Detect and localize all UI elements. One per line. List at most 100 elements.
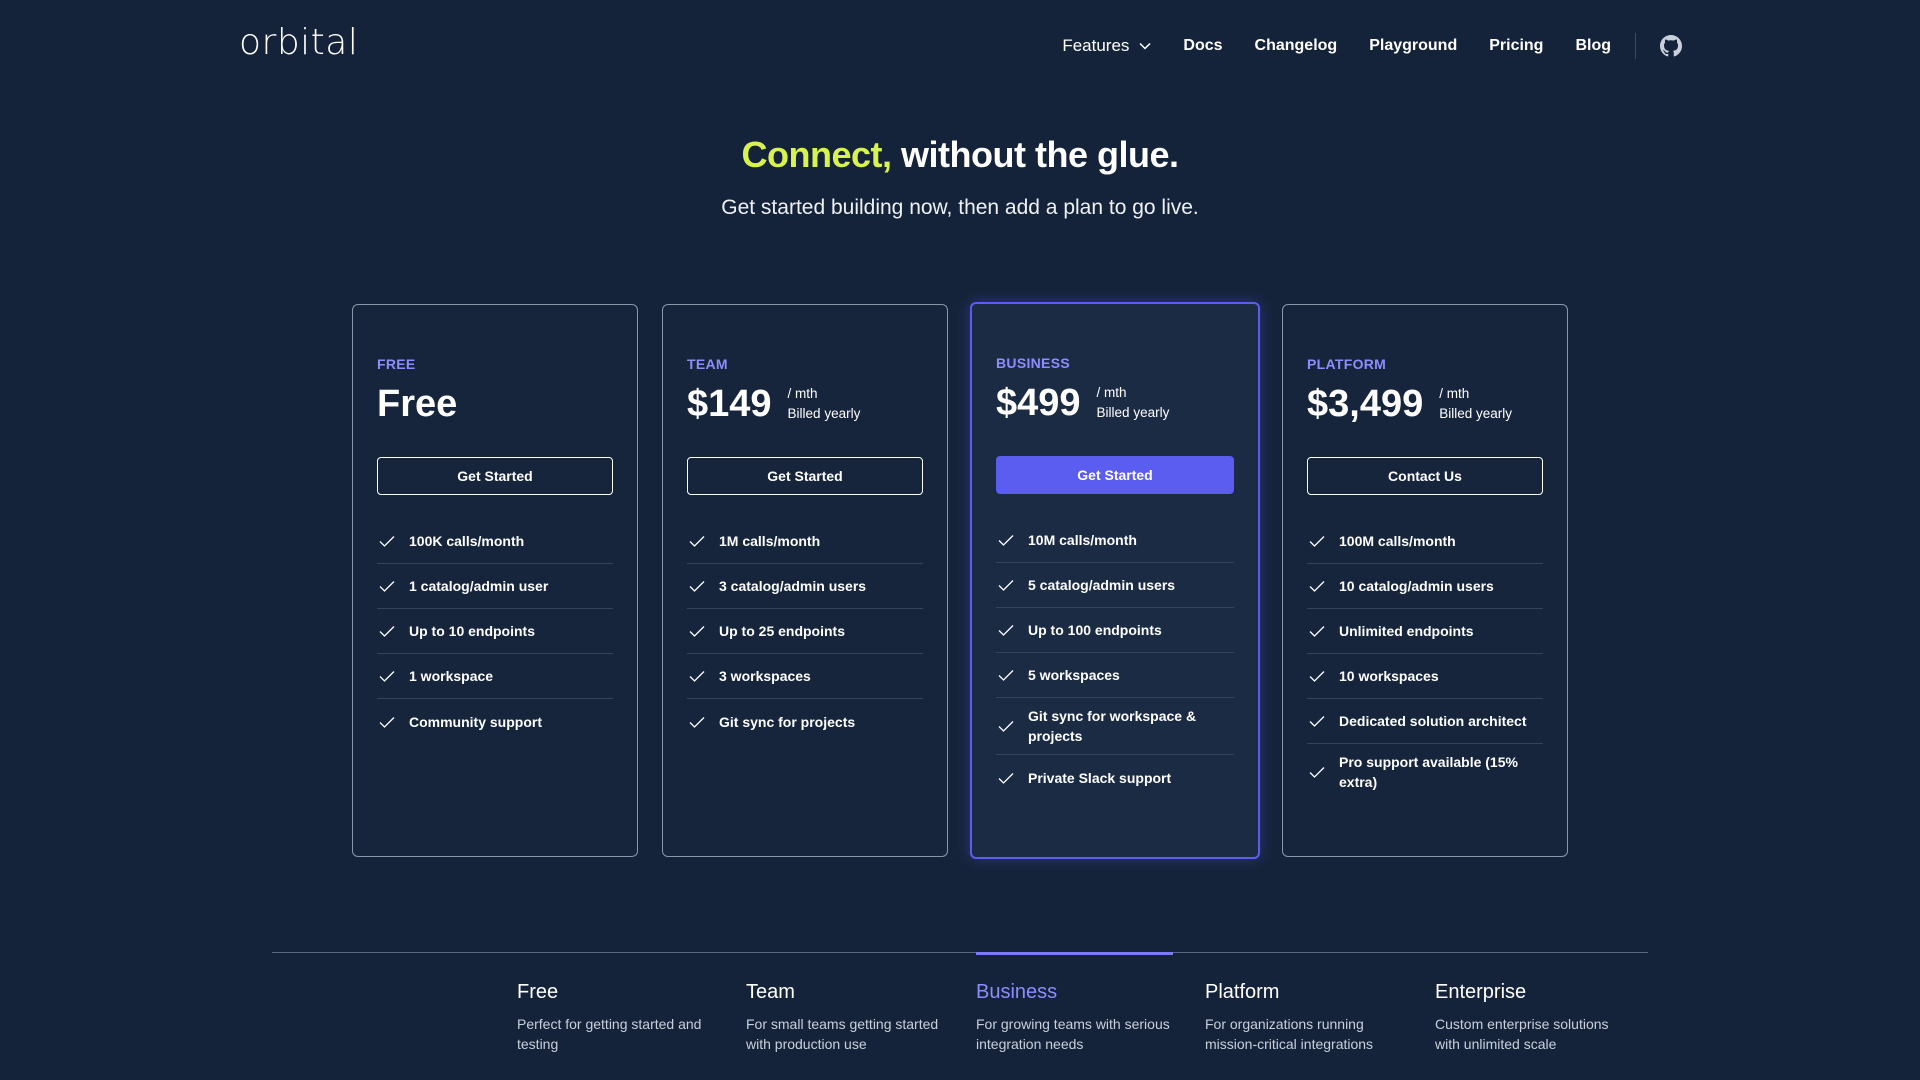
nav-divider [1635,33,1636,59]
feature-label: Up to 100 endpoints [1028,622,1162,638]
tab-title: Platform [1205,981,1280,1003]
feature-item: 1 catalog/admin user [377,564,613,609]
check-icon [1309,580,1325,592]
tab-description: For small teams getting started with pro… [746,1016,939,1052]
feature-label: 1 catalog/admin user [409,578,549,594]
check-icon [379,535,395,547]
feature-label: Git sync for workspace & projects [1028,708,1197,744]
plan-tier: BUSINESS [996,355,1070,371]
plan-card-free: FREE Free Get Started 100K calls/month 1… [352,304,638,857]
tab-title: Enterprise [1435,981,1527,1003]
feature-item: 100M calls/month [1307,519,1543,564]
feature-label: 3 catalog/admin users [719,578,867,594]
feature-label: 5 workspaces [1028,667,1120,683]
feature-label: 100K calls/month [409,533,525,549]
feature-label: Community support [409,713,542,730]
feature-list: 1M calls/month 3 catalog/admin users Up … [687,519,923,744]
nav-blog[interactable]: Blog [1575,37,1611,55]
tab-platform[interactable]: Platform For organizations running missi… [1205,981,1405,1054]
check-icon [998,579,1014,591]
price-row: $149 / mth Billed yearly [687,381,923,427]
nav-features[interactable]: Features [1062,36,1151,56]
feature-item: 5 workspaces [996,653,1234,698]
main-nav: Features Docs Changelog Playground Prici… [1062,26,1682,66]
tab-description: For growing teams with serious integrati… [976,1016,1170,1052]
feature-item: Dedicated solution architect [1307,699,1543,744]
billing-note: Billed yearly [1439,406,1513,421]
get-started-button[interactable]: Get Started [377,457,613,495]
check-icon [689,535,705,547]
nav-features-label: Features [1062,36,1130,55]
check-icon [998,534,1014,546]
feature-label: Up to 25 endpoints [719,623,845,639]
feature-label: 5 catalog/admin users [1028,577,1176,593]
feature-item: Up to 100 endpoints [996,608,1234,653]
feature-label: Dedicated solution architect [1339,713,1527,729]
nav-pricing[interactable]: Pricing [1489,37,1543,55]
check-icon [998,624,1014,636]
plan-card-business: BUSINESS $499 / mth Billed yearly Get St… [970,302,1260,859]
feature-label: 1M calls/month [719,533,821,549]
tab-active-indicator [976,952,1173,955]
price-meta: / mth Billed yearly [1439,384,1512,424]
feature-item: 5 catalog/admin users [996,563,1234,608]
check-icon [1309,670,1325,682]
plan-price: $499 [996,381,1081,424]
feature-label: Unlimited endpoints [1339,623,1474,639]
feature-item: 10 catalog/admin users [1307,564,1543,609]
plan-price: $149 [687,382,772,425]
check-icon [379,580,395,592]
check-icon [1309,766,1325,778]
price-row: Free [377,381,613,427]
tab-business[interactable]: Business For growing teams with serious … [976,981,1176,1054]
feature-list: 10M calls/month 5 catalog/admin users Up… [996,518,1234,800]
tab-enterprise[interactable]: Enterprise Custom enterprise solutions w… [1435,981,1635,1054]
feature-item: 1M calls/month [687,519,923,564]
check-icon [379,625,395,637]
price-period: / mth [787,386,818,401]
check-icon [998,669,1014,681]
tab-free[interactable]: Free Perfect for getting started and tes… [517,981,717,1054]
feature-label: 100M calls/month [1339,533,1456,549]
price-meta: / mth Billed yearly [788,384,861,424]
feature-label: Git sync for projects [719,713,856,730]
tab-description: For organizations running mission-critic… [1205,1016,1374,1052]
plan-tier: PLATFORM [1307,356,1387,372]
tab-team[interactable]: Team For small teams getting started wit… [746,981,946,1054]
feature-item: 3 workspaces [687,654,923,699]
contact-us-button[interactable]: Contact Us [1307,457,1543,495]
price-period: / mth [1439,386,1470,401]
plan-tier: TEAM [687,356,728,372]
nav-changelog[interactable]: Changelog [1255,37,1338,55]
feature-item: Pro support available (15% extra) [1307,744,1543,800]
get-started-button[interactable]: Get Started [687,457,923,495]
feature-item: 3 catalog/admin users [687,564,923,609]
check-icon [689,716,705,728]
feature-item: Unlimited endpoints [1307,609,1543,654]
price-row: $499 / mth Billed yearly [996,380,1234,426]
check-icon [1309,625,1325,637]
orbital-logo[interactable]: orbital [239,22,358,63]
feature-item: Up to 10 endpoints [377,609,613,654]
get-started-button[interactable]: Get Started [996,456,1234,494]
feature-label: 1 workspace [409,668,494,684]
check-icon [689,580,705,592]
plan-card-team: TEAM $149 / mth Billed yearly Get Starte… [662,304,948,857]
nav-playground[interactable]: Playground [1369,37,1457,55]
price-period: / mth [1096,385,1127,400]
github-icon[interactable] [1660,35,1682,57]
check-icon [998,720,1014,732]
feature-item: 10M calls/month [996,518,1234,563]
check-icon [998,772,1014,784]
feature-label: 10 workspaces [1339,668,1439,684]
feature-item: Git sync for workspace & projects [996,698,1234,755]
billing-note: Billed yearly [787,406,861,421]
feature-item: 10 workspaces [1307,654,1543,699]
chevron-down-icon [1139,42,1151,50]
feature-item: 1 workspace [377,654,613,699]
pricing-page: orbital Features Docs Changelog Playgrou… [0,0,1920,1080]
feature-label: 10 catalog/admin users [1339,578,1494,594]
nav-docs[interactable]: Docs [1183,37,1222,55]
feature-list: 100K calls/month 1 catalog/admin user Up… [377,519,613,744]
tab-description: Perfect for getting started and testing [517,1016,702,1052]
